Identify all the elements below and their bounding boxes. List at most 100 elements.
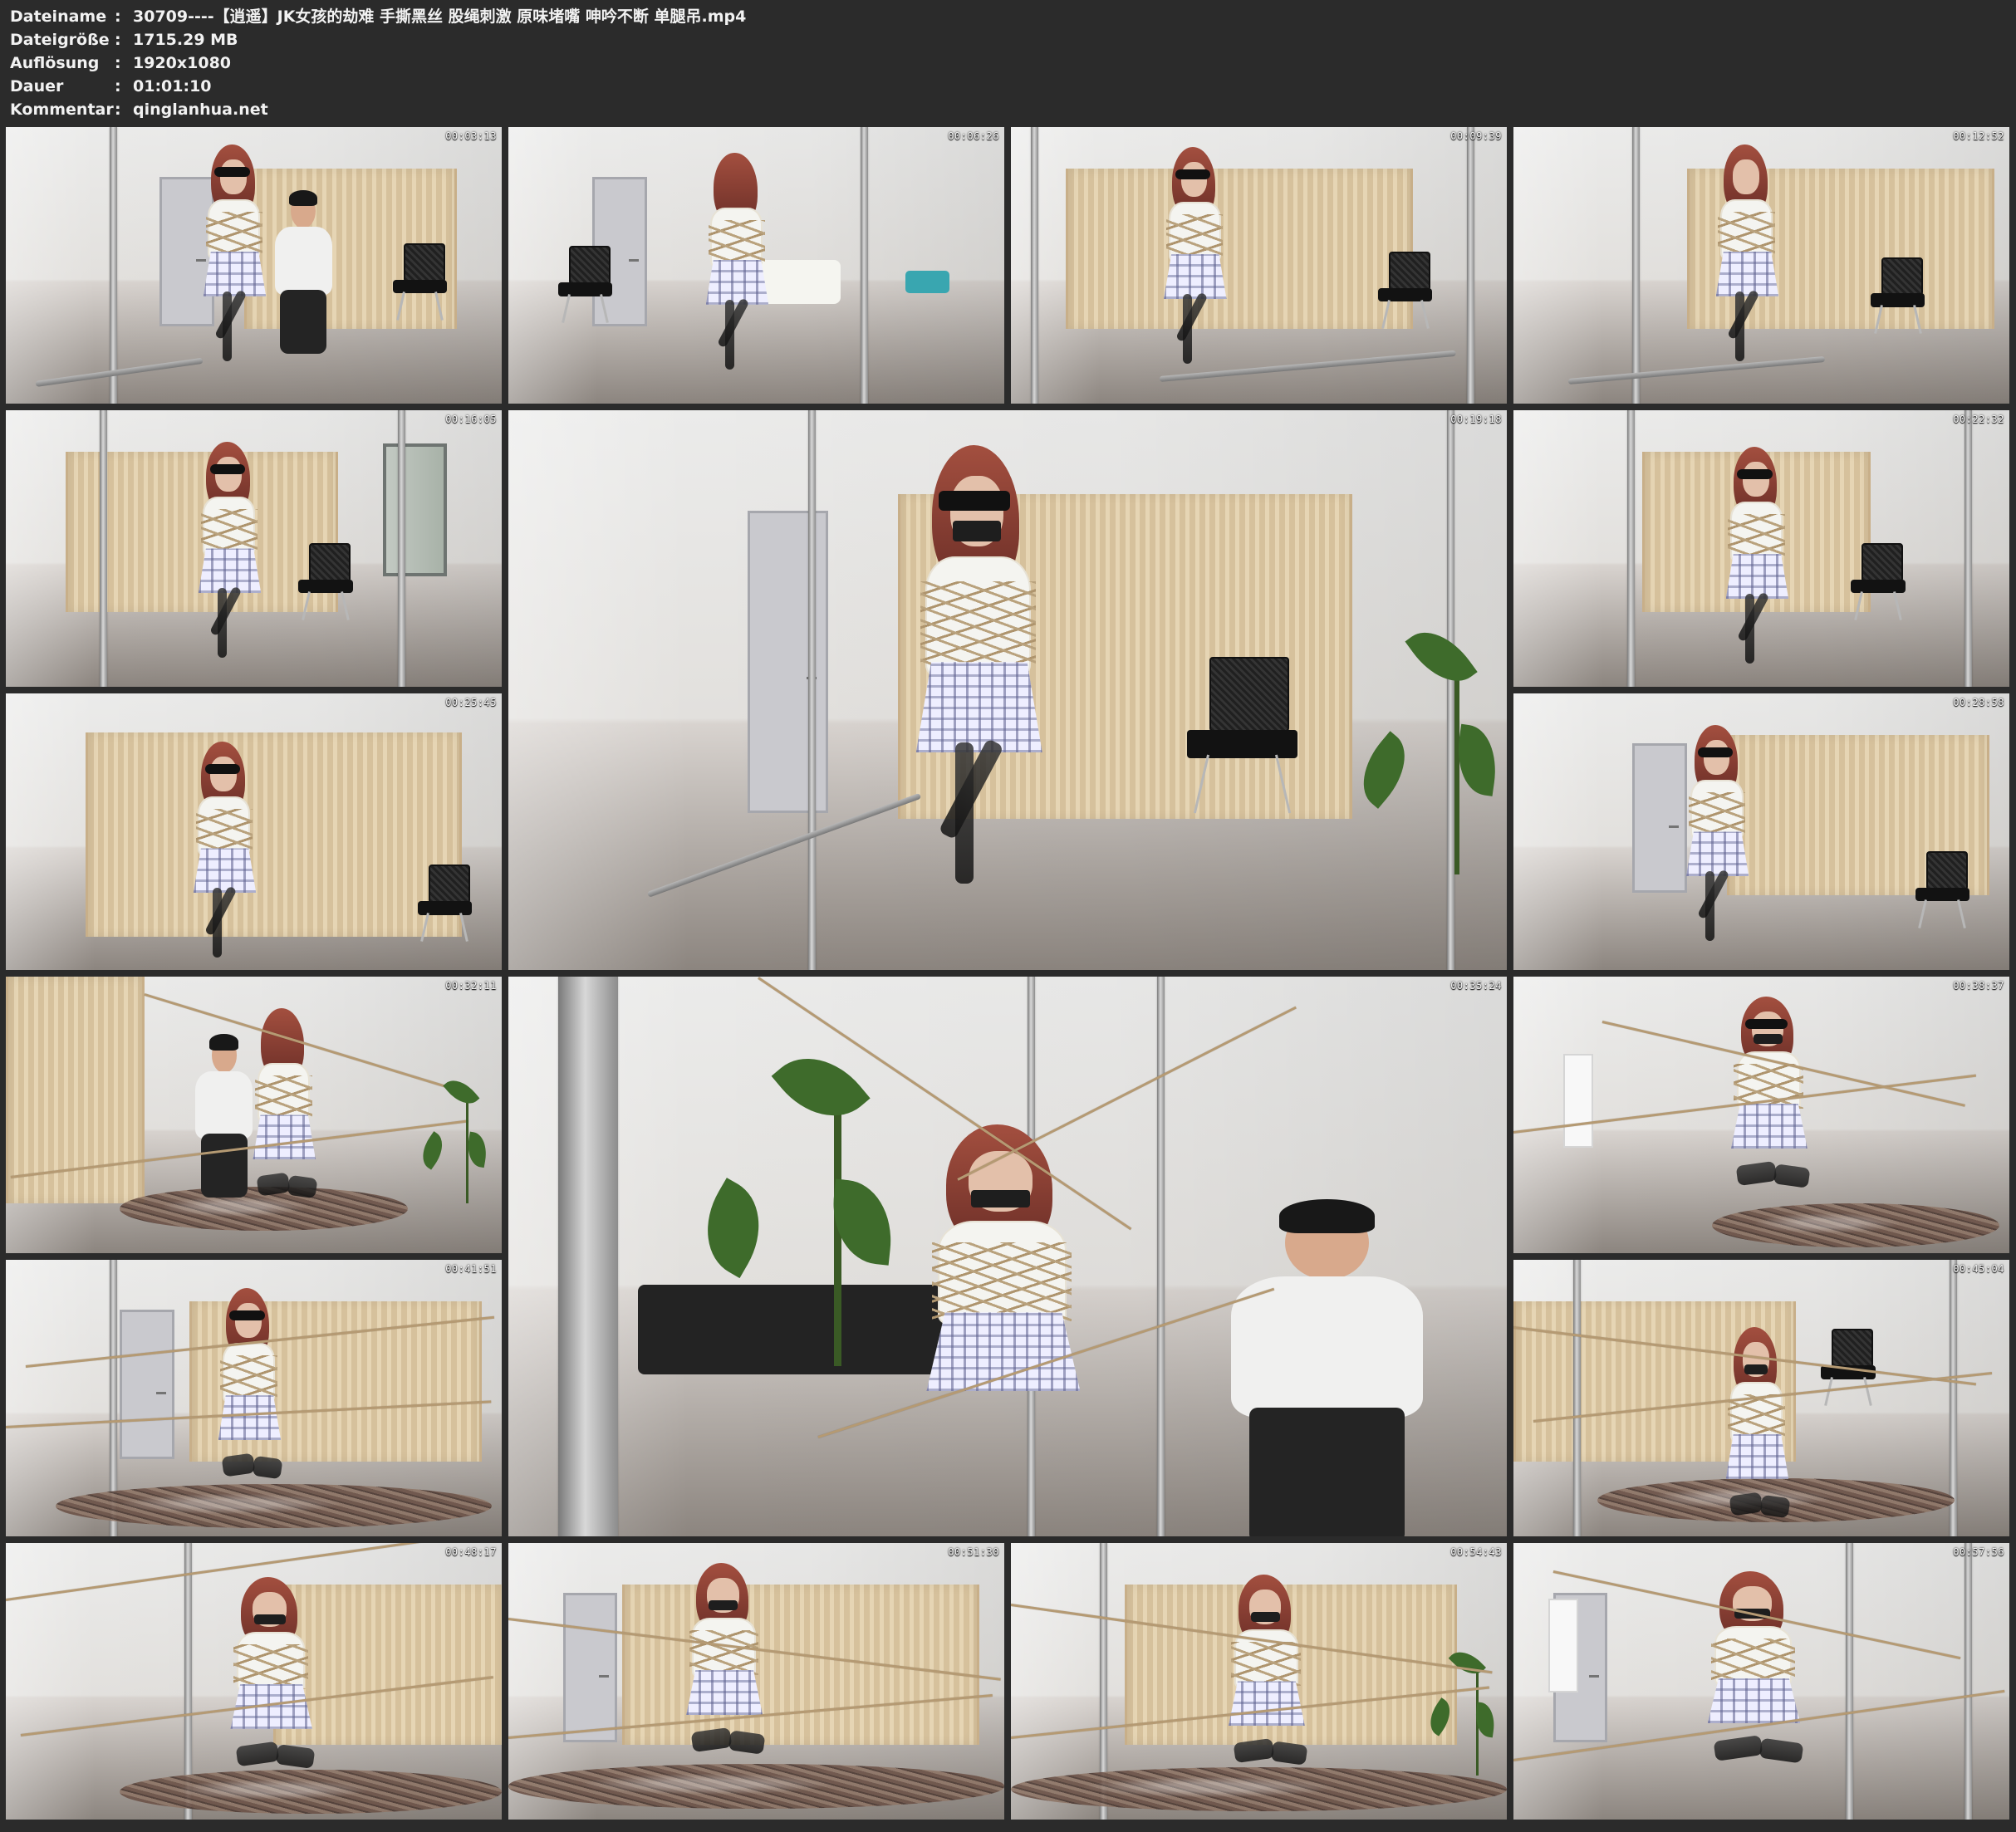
timestamp-label: 00:28:58	[1953, 697, 2004, 708]
blindfold	[1737, 469, 1773, 480]
kneeling-leg	[252, 1455, 284, 1480]
thumbnail-15: 00:48:17	[6, 1543, 502, 1820]
plant-leaf	[1405, 617, 1479, 696]
seated-man	[258, 190, 347, 355]
blindfold	[1697, 747, 1734, 757]
filename-row: Dateiname : 30709----【逍遥】JK女孩的劫难 手撕黑丝 股绳…	[10, 5, 1422, 28]
ropes	[200, 508, 258, 554]
black-chair	[417, 865, 473, 943]
plaid-skirt	[686, 1670, 763, 1716]
chair-back	[309, 542, 351, 582]
timestamp-label: 00:41:51	[445, 1263, 497, 1275]
blindfold	[214, 166, 251, 177]
black-chair	[1870, 257, 1925, 335]
standing-figure	[868, 410, 1097, 914]
black-chair	[1850, 542, 1906, 620]
door	[748, 511, 828, 814]
chair-leg	[1862, 1377, 1872, 1407]
metal-pole	[1572, 1260, 1581, 1536]
kneeling-leg	[728, 1730, 766, 1755]
ropes	[195, 808, 253, 854]
resolution-label: Auflösung	[10, 54, 100, 72]
chair-back	[1209, 656, 1290, 732]
filename-label: Dateiname	[10, 7, 107, 26]
chair-leg	[341, 590, 350, 620]
timestamp-label: 00:09:39	[1450, 130, 1502, 142]
standing-figure	[174, 424, 288, 674]
ropes	[932, 1242, 1072, 1321]
thumbnail-10: 00:32:11	[6, 977, 502, 1253]
filesize-separator: :	[115, 31, 121, 49]
plaid-skirt	[193, 848, 257, 894]
ropes	[1728, 514, 1786, 560]
chair-seat	[392, 279, 448, 294]
kneeling-figure	[1702, 979, 1841, 1228]
thumbnail-8: 00:25:45	[6, 693, 502, 970]
kneeling-leg	[1713, 1735, 1763, 1761]
timestamp-label: 00:48:17	[445, 1546, 497, 1558]
face	[215, 456, 242, 492]
chair-leg	[1194, 754, 1210, 813]
door	[562, 1592, 618, 1742]
chair-leg	[561, 294, 571, 324]
duration-label: Dauer	[10, 77, 64, 96]
black-chair	[298, 542, 353, 620]
chair-leg	[434, 291, 444, 321]
timestamp-label: 00:16:05	[445, 414, 497, 425]
file-metadata: Dateiname : 30709----【逍遥】JK女孩的劫难 手撕黑丝 股绳…	[10, 5, 1422, 121]
metal-pole	[1964, 410, 1973, 687]
gag	[708, 1600, 738, 1611]
thumbnail-12: 00:38:37	[1513, 977, 2009, 1253]
plaid-skirt	[1707, 1678, 1801, 1724]
timestamp-label: 00:25:45	[445, 697, 497, 708]
ropes	[1710, 1639, 1796, 1684]
chair-leg	[1892, 590, 1902, 620]
kneeling-leg	[1773, 1163, 1811, 1188]
filesize-row: Dateigröße : 1715.29 MB	[10, 28, 1422, 51]
chair-leg	[1912, 305, 1922, 335]
timestamp-label: 00:06:26	[948, 130, 999, 142]
kneeling-leg	[1233, 1738, 1274, 1764]
thumbnail-11: 00:35:24	[508, 977, 1507, 1536]
plaid-skirt	[1725, 554, 1789, 600]
face	[1703, 739, 1730, 775]
chair-seat	[557, 282, 613, 296]
plaid-skirt	[1164, 254, 1227, 300]
chair-seat	[1187, 730, 1297, 759]
timestamp-label: 00:51:30	[948, 1546, 999, 1558]
plant-stem	[1454, 656, 1459, 875]
chair-back	[1881, 257, 1923, 296]
plaid-skirt	[198, 548, 262, 594]
kneeling-man	[1177, 1199, 1477, 1536]
comment-row: Kommentar : qinglanhua.net	[10, 98, 1422, 121]
ropes	[1231, 1641, 1301, 1687]
plaid-skirt	[1685, 831, 1749, 877]
black-chair	[392, 242, 448, 321]
metal-pole	[1030, 127, 1038, 404]
plant-leaf	[771, 1036, 871, 1139]
thumbnail-4: 00:12:52	[1513, 127, 2009, 404]
blindfold	[1744, 1019, 1788, 1030]
kneeling-figure	[1199, 1557, 1338, 1806]
chair-back	[1925, 850, 1968, 890]
metal-pole	[1467, 127, 1475, 404]
chair-back	[1832, 1329, 1874, 1369]
chair-leg	[1853, 590, 1863, 620]
potted-plant	[414, 1070, 497, 1209]
man-pants	[280, 289, 327, 355]
ropes	[689, 1630, 759, 1676]
kneeling-figure	[194, 1271, 308, 1520]
door	[120, 1309, 174, 1459]
kneeling-figure	[1702, 1310, 1816, 1536]
standing-figure	[682, 135, 796, 385]
ropes	[920, 581, 1036, 673]
metal-pole	[558, 977, 619, 1536]
chair-leg	[1420, 299, 1430, 329]
plaid-skirt	[218, 1395, 282, 1441]
metal-pole	[807, 410, 816, 970]
kneeling-leg	[1759, 1494, 1792, 1518]
standing-figure	[1662, 708, 1776, 957]
kneeling-figure	[199, 1560, 348, 1809]
ropes	[1165, 214, 1224, 260]
resolution-separator: :	[115, 54, 121, 72]
